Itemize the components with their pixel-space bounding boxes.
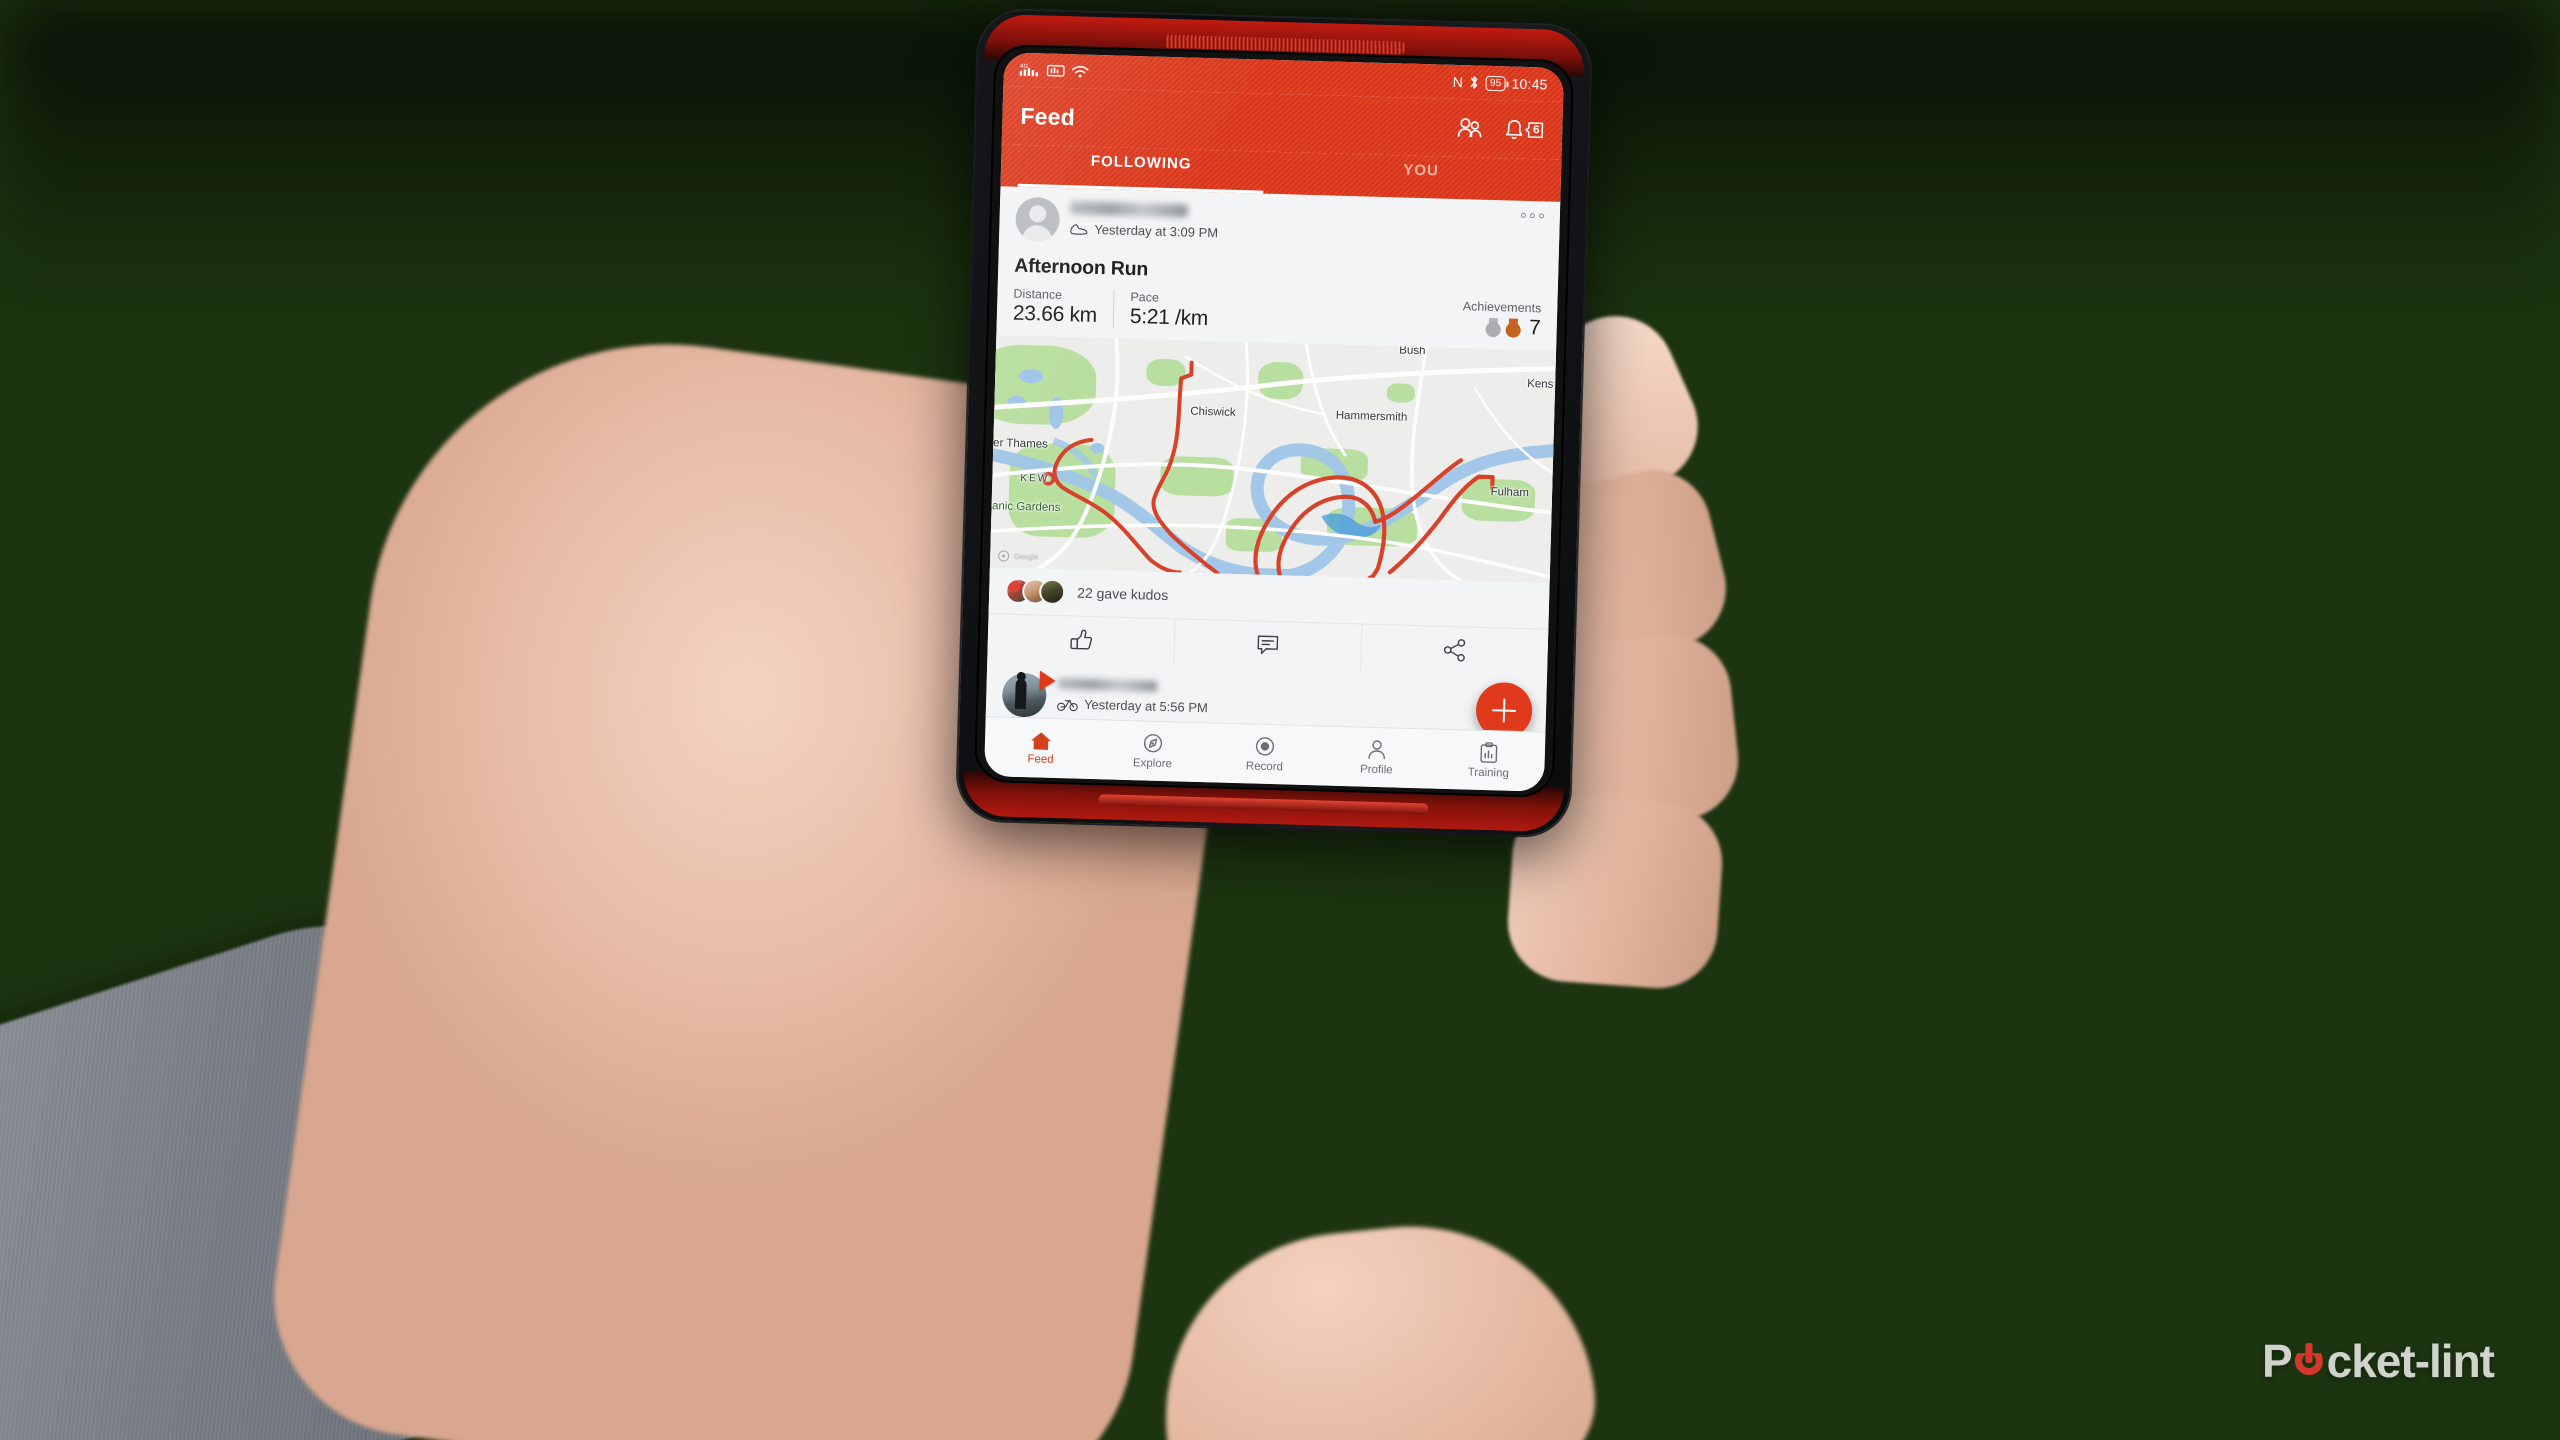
nav-item-profile[interactable]: Profile [1320, 737, 1433, 777]
athlete-name-blurred[interactable] [1057, 678, 1158, 692]
stat-distance: Distance 23.66 km [1013, 287, 1114, 329]
photo-scene: 4G N 95 10:45 Feed 6 FOLLOWING YOU Yeste… [0, 0, 2560, 1440]
map-attribution-text: Google [1014, 551, 1039, 562]
record-activity-fab[interactable] [1475, 681, 1533, 732]
activity-timestamp: Yesterday at 3:09 PM [1094, 221, 1219, 241]
notification-count: 6 [1532, 124, 1540, 137]
map-label: KEW [1020, 472, 1050, 485]
avatar-photo [1014, 678, 1027, 710]
group-people-icon[interactable] [1456, 117, 1485, 140]
signal-4g-icon: 4G [1019, 62, 1040, 79]
clipboard-chart-icon [1478, 742, 1501, 765]
bell-icon [1504, 118, 1525, 141]
smartphone: 4G N 95 10:45 Feed 6 FOLLOWING YOU Yeste… [956, 9, 1592, 837]
activity-route-map[interactable]: Bush Kens Chiswick Hammersmith River Tha… [989, 335, 1557, 583]
person-icon [1365, 739, 1390, 762]
wifi-icon [1072, 64, 1089, 78]
silver-medal-icon [1485, 317, 1502, 337]
activity-meta: Yesterday at 5:56 PM [1057, 696, 1208, 715]
activity-card[interactable]: Yesterday at 3:09 PM Afternoon Run Dista… [987, 186, 1561, 676]
nav-label: Profile [1359, 763, 1393, 777]
activity-timestamp: Yesterday at 5:56 PM [1083, 696, 1209, 716]
battery-level: 95 [1489, 77, 1502, 89]
achievement-medals: 7 [1462, 314, 1541, 340]
river-thames-water [989, 336, 1557, 583]
stat-value: 23.66 km [1012, 301, 1098, 328]
phone-screen: 4G N 95 10:45 Feed 6 FOLLOWING YOU Yeste… [984, 52, 1565, 792]
athlete-name-blurred[interactable] [1069, 201, 1189, 218]
mobile-data-icon [1046, 64, 1065, 78]
home-icon [1029, 730, 1054, 751]
share-icon [1442, 638, 1467, 663]
nfc-icon: N [1452, 73, 1464, 91]
map-label: Fulham [1490, 485, 1530, 500]
bicycle-icon [1057, 697, 1078, 712]
map-label: Kens [1527, 377, 1554, 391]
compass-icon [1141, 732, 1166, 755]
map-label: Botanic Gardens [989, 499, 1061, 514]
nav-label: Feed [1027, 753, 1054, 766]
stat-label: Achievements [1462, 299, 1542, 316]
avatar[interactable] [1014, 196, 1061, 242]
nav-label: Record [1245, 760, 1284, 774]
premium-chevron-badge [1039, 670, 1056, 692]
nav-label: Training [1467, 766, 1510, 780]
kudos-avatars[interactable] [1004, 577, 1066, 606]
bronze-medal-icon [1505, 318, 1522, 338]
watermark-text: cket-lint [2326, 1335, 2495, 1387]
map-label: Chiswick [1190, 405, 1236, 419]
tab-you[interactable]: YOU [1280, 152, 1561, 202]
map-attribution: Google [998, 550, 1038, 562]
comment-bubble-icon [1255, 634, 1280, 657]
stat-pace: Pace 5:21 /km [1112, 289, 1225, 332]
running-shoe-icon [1069, 222, 1088, 236]
phone-glass: 4G N 95 10:45 Feed 6 FOLLOWING YOU Yeste… [973, 44, 1575, 798]
nav-item-training[interactable]: Training [1432, 741, 1545, 781]
feed-list[interactable]: Yesterday at 3:09 PM Afternoon Run Dista… [985, 186, 1561, 732]
more-options-icon[interactable] [1520, 212, 1544, 219]
map-label: Hammersmith [1335, 409, 1408, 424]
bluetooth-icon [1469, 74, 1480, 90]
map-attribution-icon [998, 550, 1010, 562]
nav-item-explore[interactable]: Explore [1096, 731, 1209, 771]
notifications-button[interactable]: 6 [1504, 118, 1545, 141]
nav-item-feed[interactable]: Feed [984, 729, 1097, 767]
status-badge: 6 [1525, 120, 1545, 141]
pocket-lint-watermark: P cket-lint [2261, 1334, 2495, 1388]
status-bar-clock: 10:45 [1511, 75, 1548, 93]
comment-button[interactable] [1173, 619, 1362, 671]
thumbs-up-icon [1068, 627, 1095, 652]
kudos-count-label[interactable]: 22 gave kudos [1077, 585, 1168, 604]
svg-text:4G: 4G [1020, 64, 1029, 70]
stat-label: Distance [1013, 286, 1063, 303]
avatar[interactable] [1038, 578, 1066, 606]
stat-achievements: Achievements 7 [1462, 299, 1542, 340]
watermark-text: P [2261, 1335, 2293, 1387]
record-circle-icon [1253, 736, 1278, 759]
kudos-button[interactable] [987, 614, 1174, 665]
map-label: River Thames [989, 436, 1049, 451]
nav-label: Explore [1132, 757, 1173, 771]
power-icon [2292, 1343, 2326, 1378]
battery-indicator: 95 [1485, 75, 1506, 91]
achievement-count: 7 [1528, 316, 1542, 340]
avatar[interactable] [1001, 670, 1056, 718]
page-title: Feed [1020, 102, 1076, 130]
stat-value: 5:21 /km [1129, 304, 1209, 331]
share-button[interactable] [1360, 624, 1549, 676]
nav-item-record[interactable]: Record [1208, 734, 1321, 774]
stat-label: Pace [1130, 289, 1160, 305]
